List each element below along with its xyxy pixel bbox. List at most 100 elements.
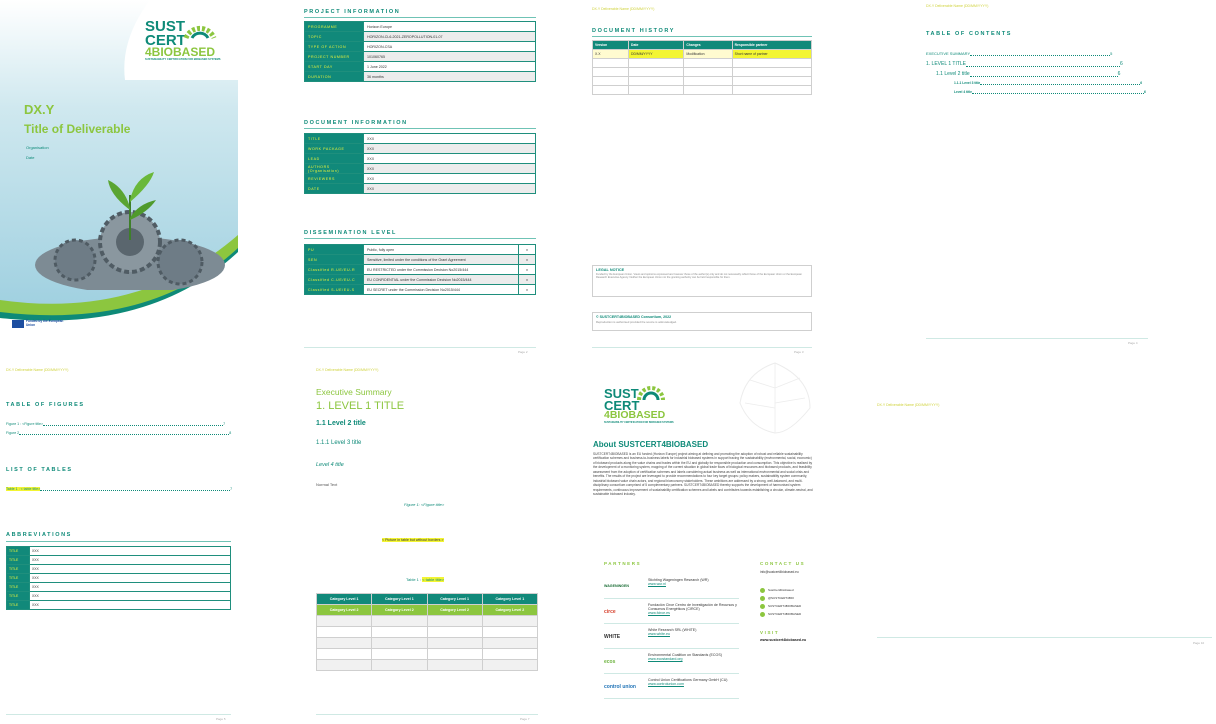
table-entry-page: 7 [230, 487, 233, 491]
dissemination-rule [304, 238, 536, 239]
info-key: WORK PACKAGE [304, 143, 364, 154]
info-row: TOPIC HORIZON-CL6-2021-ZEROPOLLUTION-01-0… [304, 31, 536, 42]
page-number: Page 5 [216, 717, 226, 721]
toc-entry-exec[interactable]: EXECUTIVE SUMMARY 5 [926, 51, 1112, 56]
history-rule [592, 36, 812, 37]
info-row: TITLE XXX [304, 133, 536, 144]
table-caption-prefix: Table 1 : [406, 577, 423, 582]
category-level2-cell: Category Level 2 [481, 604, 539, 616]
partner-url[interactable]: www.fcirce.es [648, 611, 738, 615]
partner-separator [604, 698, 739, 699]
toc-entry-title: EXECUTIVE SUMMARY [926, 51, 971, 56]
legal-notice-text: Funded by the European Union. Views and … [596, 273, 802, 280]
history-page: DX.Y Deliverable Name (DD/MM/YYYY) DOCUM… [578, 0, 818, 362]
history-cell [683, 85, 733, 95]
info-value: EU CONFIDENTIAL under the Commission Dec… [363, 274, 519, 285]
toc-dots [966, 66, 1121, 67]
partner-logo: control union [604, 684, 636, 690]
partner-url[interactable]: www.white.eu [648, 632, 738, 636]
history-cell: X.X [591, 49, 630, 59]
level4-heading: Level 4 title [316, 462, 344, 468]
history-cell: Short name of partner [731, 49, 813, 59]
info-key: TOPIC [304, 31, 364, 42]
history-cell [731, 67, 813, 77]
figure-entry-1[interactable]: Figure 1 : <Figure title> 7 [6, 422, 225, 426]
partner-entry: Environmental Coalition on Standards (EC… [648, 653, 738, 661]
history-cell [731, 76, 813, 86]
abbreviation-row: TITLE XXX [6, 564, 231, 574]
toc-dots [40, 490, 231, 491]
history-cell [591, 76, 630, 86]
info-check[interactable]: x [518, 274, 536, 285]
dissemination-heading: DISSEMINATION LEVEL [304, 230, 397, 236]
info-value: XXX [363, 143, 536, 154]
abbreviation-key: TITLE [6, 582, 30, 592]
content-page: DX.Y Deliverable Name (DD/MM/YYYY) Execu… [310, 362, 542, 724]
toc-entry-page: 5 [1110, 51, 1113, 56]
cover-page: SUST CERT 4BIOBASED SUSTAINABILITY CERTI… [0, 0, 238, 340]
document-info-rule [304, 128, 536, 129]
category-level2-cell: Category Level 2 [371, 604, 428, 616]
level1-heading: 1. LEVEL 1 TITLE [316, 400, 405, 412]
info-value: XXX [363, 183, 536, 194]
category-cell [426, 659, 483, 671]
page-number: Page 4 [1128, 341, 1138, 345]
info-check[interactable]: x [518, 284, 536, 295]
category-cell [315, 648, 373, 660]
abbreviation-value: XXX [29, 564, 231, 574]
info-key: TYPE OF ACTION [304, 41, 364, 52]
info-check[interactable]: x [518, 244, 536, 255]
toc-entry-level4[interactable]: Level 4 title 6 [954, 90, 1146, 94]
history-cell [591, 85, 630, 95]
category-cell [426, 626, 483, 638]
partner-entry: Stichting Wageningen Research (WR) www.wu… [648, 578, 738, 586]
category-cell [426, 637, 483, 649]
organisation-label: Organisation [26, 145, 49, 150]
abbreviation-value: XXX [29, 555, 231, 565]
partner-logo: ecos [604, 659, 616, 665]
page-footer-rule [304, 347, 536, 348]
toc-entry-level2[interactable]: 1.1 Level 2 title 6 [936, 71, 1120, 77]
info-key: LEAD [304, 153, 364, 164]
page-number: Page 2 [518, 350, 528, 354]
toc-dots [43, 425, 224, 426]
partner-url[interactable]: www.wur.nl [648, 582, 738, 586]
deliverable-title: Title of Deliverable [24, 122, 131, 136]
partner-url[interactable]: www.ecostandard.org [648, 657, 738, 661]
picture-placeholder: < Picture in table but without borders > [382, 538, 444, 542]
info-row: Classified R-UE/EU-R EU RESTRICTED under … [304, 264, 536, 275]
abbreviation-row: TITLE XXX [6, 600, 231, 610]
toc-entry-level1[interactable]: 1. LEVEL 1 TITLE 6 [926, 61, 1123, 67]
toc-entry-page: 6 [1117, 71, 1121, 77]
history-row [591, 76, 813, 86]
copyright-text: Reproduction is authorised provided the … [596, 320, 677, 324]
abbreviation-key: TITLE [6, 573, 30, 583]
page-footer-rule [926, 338, 1148, 339]
toc-entry-level3[interactable]: 1.1.1 Level 3 title 6 [954, 81, 1142, 85]
abbreviations-heading: ABBREVIATIONS [6, 532, 72, 538]
figure-entry-2[interactable]: Figure 2 8 [6, 431, 231, 435]
info-value: EU SECRET under the Commission Decision … [363, 284, 519, 295]
category-row [315, 637, 539, 649]
history-cell [591, 58, 630, 68]
category-subheader-row: Category Level 2 Category Level 2 Category… [315, 604, 539, 616]
category-row [315, 659, 539, 671]
partner-logo: circe [604, 609, 616, 615]
tables-heading: LIST OF TABLES [6, 467, 73, 473]
deliverable-number: DX.Y [24, 102, 55, 117]
history-col-header: Version [591, 40, 630, 50]
running-header: DX.Y Deliverable Name (DD/MM/YYYY) [592, 7, 655, 11]
table-entry-1[interactable]: Table 1 : < table title> 7 [6, 487, 232, 491]
abbreviation-key: TITLE [6, 555, 30, 565]
info-check[interactable]: x [518, 254, 536, 265]
info-check[interactable]: x [518, 264, 536, 275]
info-key: SEN [304, 254, 364, 265]
info-row: Classified C-UE/EU-C EU CONFIDENTIAL unde… [304, 274, 536, 285]
date-label: Date [26, 155, 35, 160]
category-cell [371, 626, 428, 638]
info-key: DURATION [304, 71, 364, 82]
partner-url[interactable]: www.controlunion.com [648, 682, 738, 686]
abbreviation-value: XXX [29, 573, 231, 583]
category-cell [481, 648, 539, 660]
toc-entry-page: 6 [1143, 90, 1146, 94]
